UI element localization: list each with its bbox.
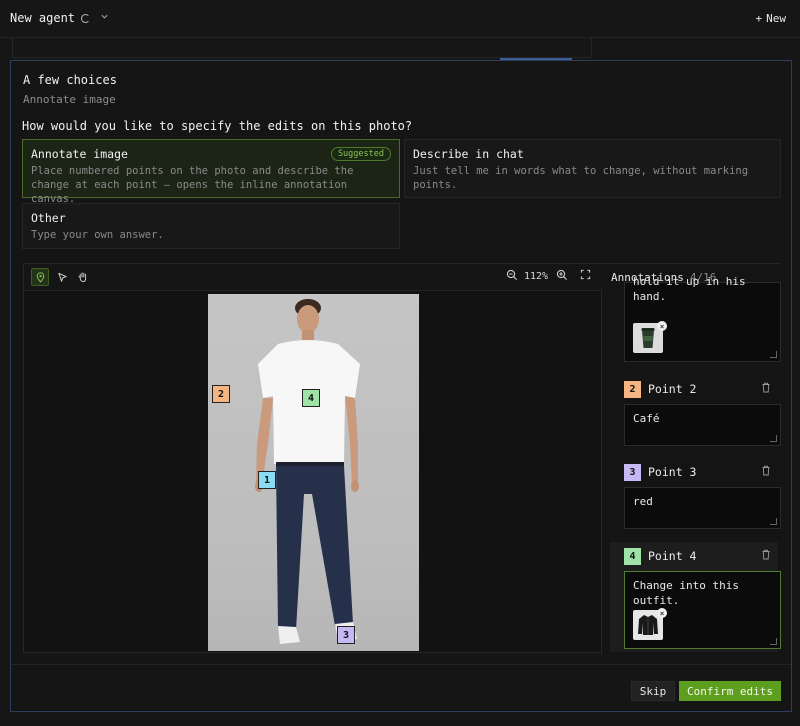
annotation-point-4: 4 Point 4	[624, 547, 781, 565]
map-pin-icon	[36, 271, 44, 283]
point-label: Point 2	[648, 382, 697, 396]
annotation-marker[interactable]: 3	[337, 626, 355, 644]
choice-description: Type your own answer.	[31, 229, 164, 241]
annotation-text: hold it up in his hand.	[633, 275, 746, 303]
delete-point-button[interactable]	[761, 382, 771, 396]
agent-title-dropdown[interactable]: New agent	[10, 11, 109, 25]
delete-point-button[interactable]	[761, 549, 771, 563]
jacket-image	[638, 615, 658, 635]
marker-number: 2	[217, 388, 225, 400]
annotation-text: Change into this outfit.	[633, 579, 739, 607]
chevron-down-icon	[100, 12, 109, 24]
choice-describe-in-chat[interactable]: Describe in chat Just tell me in words w…	[404, 139, 781, 198]
canvas-toolbar: 112%	[24, 264, 602, 291]
choice-annotate-image[interactable]: Annotate image Suggested Place numbered …	[22, 139, 400, 205]
fullscreen-icon	[580, 269, 591, 280]
resize-handle-icon[interactable]	[770, 518, 777, 525]
confirm-edits-button[interactable]: Confirm edits	[679, 681, 781, 701]
choice-label: Describe in chat	[413, 147, 524, 161]
zoom-level: 112%	[524, 271, 549, 282]
product-photo[interactable]: 2 4 1 3	[208, 294, 419, 651]
delete-point-button[interactable]	[761, 465, 771, 479]
trash-icon	[762, 465, 770, 476]
pin-tool-button[interactable]	[31, 268, 49, 286]
zoom-in-icon	[556, 269, 567, 280]
annotation-marker[interactable]: 1	[258, 471, 276, 489]
annotation-text-point-4[interactable]: Change into this outfit. ×	[624, 571, 781, 649]
new-agent-button[interactable]: + New	[756, 12, 787, 25]
point-number-badge: 4	[624, 547, 641, 565]
choice-label: Other	[31, 211, 66, 225]
remove-attachment-icon[interactable]: ×	[657, 608, 667, 618]
zoom-out-button[interactable]	[506, 269, 518, 281]
zoom-in-button[interactable]	[556, 269, 568, 281]
previous-message-strip	[12, 38, 592, 58]
model-figure-image	[255, 299, 360, 644]
remove-attachment-icon[interactable]: ×	[657, 321, 667, 331]
point-number-badge: 2	[624, 380, 641, 398]
annotation-text: red	[633, 495, 653, 508]
zoom-out-icon	[506, 269, 517, 280]
point-number-badge: 3	[624, 463, 641, 481]
point-label: Point 4	[648, 549, 697, 563]
skip-button[interactable]: Skip	[631, 681, 675, 701]
marker-number: 1	[263, 474, 271, 486]
resize-handle-icon[interactable]	[770, 351, 777, 358]
suggested-badge: Suggested	[330, 147, 391, 161]
fullscreen-button[interactable]	[580, 269, 591, 280]
panel-title: A few choices	[23, 73, 117, 87]
annotation-text-point-2[interactable]: Café	[624, 404, 781, 446]
new-button-label: New	[766, 12, 786, 25]
annotation-canvas-area: 112% 2 4 1 3	[24, 264, 602, 654]
hand-icon	[78, 272, 87, 283]
choice-other[interactable]: Other Type your own answer.	[22, 203, 400, 249]
annotation-text-point-3[interactable]: red	[624, 487, 781, 529]
cursor-arrow-icon	[57, 272, 67, 282]
marker-number: 4	[307, 392, 315, 404]
select-tool-button[interactable]	[53, 268, 71, 286]
trash-icon	[762, 382, 770, 393]
annotation-point-3: 3 Point 3	[624, 463, 781, 481]
annotation-text-point-1[interactable]: hold it up in his hand. ×	[624, 275, 781, 362]
plus-icon: +	[755, 12, 763, 25]
loading-spinner-icon	[81, 13, 91, 23]
annotation-editor: 112% 2 4 1 3 Annotations 4/16 hold it up…	[23, 263, 782, 654]
marker-number: 3	[342, 629, 350, 641]
pan-tool-button[interactable]	[74, 268, 92, 286]
choice-description: Just tell me in words what to change, wi…	[413, 165, 749, 191]
choice-description: Place numbered points on the photo and d…	[31, 165, 354, 205]
trash-icon	[762, 549, 770, 560]
question-text: How would you like to specify the edits …	[22, 119, 413, 133]
panel-subtitle: Annotate image	[23, 93, 116, 106]
annotation-marker[interactable]: 2	[212, 385, 230, 403]
annotation-text: Café	[633, 412, 660, 425]
annotation-marker[interactable]: 4	[302, 389, 320, 407]
annotations-panel: Annotations 4/16 hold it up in his hand. …	[602, 264, 782, 654]
point-label: Point 3	[648, 465, 697, 479]
coffee-cup-image	[641, 328, 655, 348]
resize-handle-icon[interactable]	[770, 435, 777, 442]
resize-handle-icon[interactable]	[770, 638, 777, 645]
footer-divider	[11, 664, 791, 665]
choices-panel: A few choices Annotate image How would y…	[10, 60, 792, 712]
top-bar: New agent + New	[0, 0, 800, 38]
agent-title: New agent	[10, 11, 76, 25]
annotation-point-2: 2 Point 2	[624, 380, 781, 398]
